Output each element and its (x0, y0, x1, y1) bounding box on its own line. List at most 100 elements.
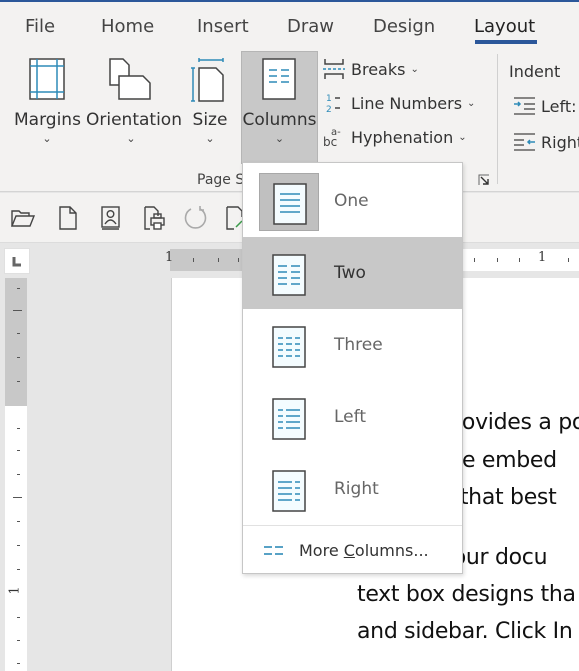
ruler-tick (17, 617, 20, 618)
more-columns-label-suffix: olumns... (354, 541, 429, 560)
new-document-icon[interactable] (55, 205, 81, 231)
svg-text:a-: a- (331, 127, 341, 138)
breaks-label: Breaks (351, 59, 406, 79)
ruler-tick (17, 545, 20, 546)
option-label: Two (334, 263, 366, 283)
size-icon (191, 58, 224, 102)
option-icon-frame (259, 461, 319, 519)
document-text-line: and sidebar. Click In (357, 619, 573, 644)
right-column-icon (272, 470, 306, 512)
chevron-down-icon: ⌄ (126, 132, 136, 145)
dialog-launcher-icon[interactable] (478, 174, 490, 186)
tab-design[interactable]: Design (373, 16, 435, 37)
size-label: Size (192, 110, 228, 130)
hyphenation-label: Hyphenation (351, 127, 454, 147)
print-preview-icon[interactable] (142, 205, 168, 231)
line-numbers-icon: 1 2 (326, 94, 340, 114)
hyphenation-button[interactable]: bc a- Hyphenation ⌄ (322, 124, 467, 150)
indent-left-icon (514, 97, 535, 115)
ruler-tick (238, 258, 239, 262)
chevron-down-icon: ⌄ (42, 132, 52, 145)
columns-option-left[interactable]: Left (243, 381, 462, 453)
ruler-tick (497, 258, 498, 262)
active-tab-indicator (475, 40, 537, 44)
ruler-tick (17, 521, 20, 522)
size-button[interactable]: Size ⌄ (188, 52, 232, 164)
ruler-tick (17, 663, 20, 664)
indent-left-field[interactable]: Left: (513, 96, 577, 116)
ruler-tick (218, 258, 219, 262)
tab-file[interactable]: File (25, 16, 55, 37)
ruler-tick (17, 569, 20, 570)
option-label: Three (334, 335, 383, 355)
word-window: File Home Insert Draw Design Layout Marg… (0, 0, 579, 671)
indent-left-label: Left: (541, 96, 577, 116)
chevron-down-icon: ⌄ (205, 132, 215, 145)
tab-layout[interactable]: Layout (474, 16, 535, 37)
indent-right-field[interactable]: Right (513, 132, 579, 152)
more-columns-label-prefix: More (299, 541, 344, 560)
tab-insert[interactable]: Insert (197, 16, 249, 37)
more-columns-label: More Columns... (299, 541, 429, 560)
more-columns-icon (264, 545, 283, 555)
ruler-tick (474, 258, 475, 262)
chevron-down-icon: ⌄ (458, 131, 467, 143)
menu-separator (243, 525, 462, 526)
indent-right-label: Right (541, 132, 579, 152)
contacts-icon[interactable] (98, 205, 124, 231)
columns-dropdown-menu: One Two Three Left Right More Columns... (242, 162, 463, 574)
orientation-label: Orientation (86, 110, 182, 130)
ruler-tick (17, 474, 20, 475)
margins-button[interactable]: Margins ⌄ (14, 52, 81, 164)
option-label: Right (334, 479, 379, 499)
left-tab-stop-icon (12, 257, 21, 267)
columns-icon (262, 58, 296, 100)
ruler-tick (568, 258, 569, 262)
columns-option-three[interactable]: Three (243, 309, 462, 381)
group-separator (497, 54, 498, 184)
columns-option-one[interactable]: One (243, 165, 462, 237)
more-columns-menu-item[interactable]: More Columns... (263, 541, 429, 560)
breaks-icon (323, 59, 345, 79)
orientation-icon (109, 58, 151, 100)
option-icon-frame (259, 245, 319, 303)
indent-group-title: Indent (509, 62, 561, 81)
columns-option-two[interactable]: Two (243, 237, 462, 309)
svg-text:2: 2 (326, 105, 332, 114)
chevron-down-icon: ⌄ (274, 132, 285, 145)
ruler-label: 1 (165, 250, 174, 265)
breaks-button[interactable]: Breaks ⌄ (322, 56, 419, 82)
line-numbers-button[interactable]: 1 2 Line Numbers ⌄ (322, 90, 475, 116)
option-icon-frame (259, 389, 319, 447)
ruler-tick (17, 428, 20, 429)
tab-home[interactable]: Home (101, 16, 154, 37)
columns-button[interactable]: Columns ⌄ (241, 51, 318, 164)
indent-right-icon (514, 133, 535, 151)
margins-icon (29, 58, 65, 100)
columns-option-right[interactable]: Right (243, 453, 462, 525)
option-icon-frame (259, 173, 319, 231)
hyphenation-icon: bc a- (323, 127, 341, 148)
ruler-tick (519, 258, 520, 262)
tab-draw[interactable]: Draw (287, 16, 334, 37)
chevron-down-icon: ⌄ (410, 63, 419, 75)
open-folder-icon[interactable] (10, 205, 36, 231)
ruler-tick (17, 333, 20, 334)
ruler-tick (17, 288, 20, 289)
redo-icon[interactable] (183, 205, 209, 231)
ruler-tick (17, 640, 20, 641)
ruler-tick (17, 357, 20, 358)
tab-selector[interactable] (4, 248, 30, 274)
more-columns-accelerator: C (343, 541, 355, 560)
ruler-tick (13, 497, 22, 498)
page-setup-group-label: Page S (197, 172, 245, 188)
option-icon-frame (259, 317, 319, 375)
option-label: Left (334, 407, 366, 427)
document-text-line: text box designs tha (357, 582, 576, 607)
orientation-button[interactable]: Orientation ⌄ (86, 52, 182, 164)
one-column-icon (273, 183, 307, 225)
three-columns-icon (272, 326, 306, 368)
ruler-tick (193, 258, 194, 262)
vertical-ruler-margin (5, 278, 27, 406)
line-numbers-label: Line Numbers (351, 93, 463, 113)
